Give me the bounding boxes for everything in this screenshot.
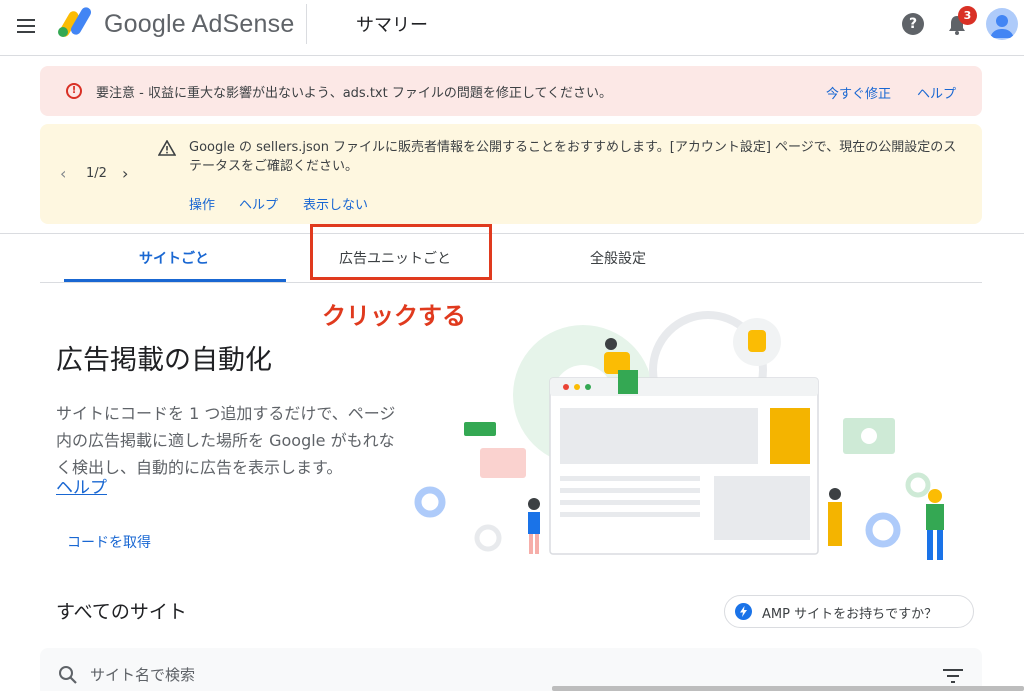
site-search-bar xyxy=(40,648,982,691)
header-divider xyxy=(306,4,307,44)
site-search-input[interactable] xyxy=(90,661,690,689)
error-icon: ! xyxy=(66,83,82,99)
adsense-logo xyxy=(58,7,91,37)
error-help-link[interactable]: ヘルプ xyxy=(917,83,956,102)
auto-ads-illustration xyxy=(414,311,944,560)
horizontal-scrollbar[interactable] xyxy=(552,686,1024,691)
amp-sites-button[interactable]: AMP サイトをお持ちですか？ xyxy=(724,595,974,628)
avatar[interactable] xyxy=(986,8,1018,40)
search-icon xyxy=(59,666,77,684)
auto-ads-description: サイトにコードを 1 つ追加するだけで、ページ内の広告掲載に適した場所を Goo… xyxy=(56,404,396,477)
warning-alert: ‹ 1/2 › Google の sellers.json ファイルに販売者情報… xyxy=(40,124,982,224)
warning-help-link[interactable]: ヘルプ xyxy=(239,194,278,213)
chevron-left-icon[interactable]: ‹ xyxy=(60,164,66,183)
get-code-button[interactable]: コードを取得 xyxy=(67,532,151,552)
tab-general-settings[interactable]: 全般設定 xyxy=(590,248,646,268)
bolt-icon xyxy=(735,603,752,620)
brand-name: Google AdSense xyxy=(104,10,295,38)
tab-by-site[interactable]: サイトごと xyxy=(139,248,209,268)
all-sites-heading: すべてのサイト xyxy=(56,601,187,623)
dismiss-link[interactable]: 表示しない xyxy=(303,194,368,213)
help-icon[interactable]: ? xyxy=(902,13,924,35)
app-header: Google AdSense サマリー ? 3 xyxy=(0,0,1024,56)
amp-sites-label: AMP サイトをお持ちですか？ xyxy=(762,607,938,622)
error-alert: ! 要注意 - 収益に重大な影響が出ないよう、ads.txt ファイルの問題を修… xyxy=(40,66,982,116)
page-title: サマリー xyxy=(356,15,428,36)
notification-badge: 3 xyxy=(958,6,977,25)
operate-link[interactable]: 操作 xyxy=(189,194,215,213)
tabs-divider xyxy=(40,282,982,283)
warning-icon xyxy=(158,140,176,156)
chevron-right-icon[interactable]: › xyxy=(122,164,128,183)
error-alert-text: 要注意 - 収益に重大な影響が出ないよう、ads.txt ファイルの問題を修正し… xyxy=(96,86,613,101)
alert-pager: 1/2 xyxy=(86,166,107,181)
highlight-box xyxy=(310,224,492,280)
menu-icon[interactable] xyxy=(14,14,38,38)
section-divider xyxy=(0,233,1024,234)
auto-ads-heading: 広告掲載の自動化 xyxy=(56,345,272,376)
warning-alert-text: Google の sellers.json ファイルに販売者情報を公開することを… xyxy=(189,140,957,174)
auto-ads-help-link[interactable]: ヘルプ xyxy=(56,473,107,498)
filter-icon[interactable] xyxy=(942,668,964,684)
fix-now-link[interactable]: 今すぐ修正 xyxy=(826,83,891,102)
